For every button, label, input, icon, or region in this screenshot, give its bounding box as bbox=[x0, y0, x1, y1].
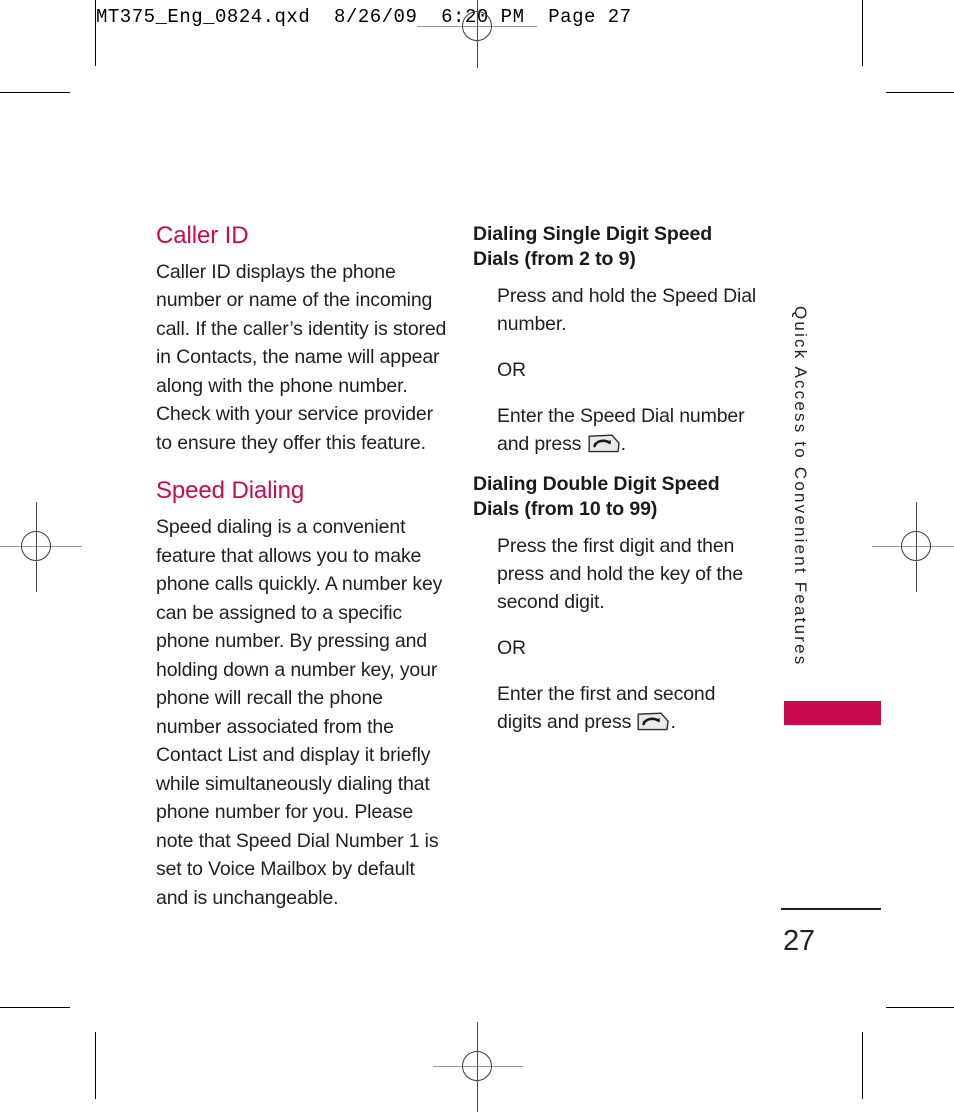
registration-mark-bottom-icon bbox=[433, 1022, 523, 1112]
crop-mark-bottom-right-horizontal bbox=[886, 1007, 954, 1008]
crop-mark-top-left-horizontal bbox=[0, 92, 70, 93]
single-digit-step-2: Enter the Speed Dial number and press . bbox=[497, 402, 761, 458]
double-digit-step-2-text: Enter the first and second digits and pr… bbox=[497, 683, 716, 733]
crop-mark-top-right-vertical bbox=[862, 0, 863, 66]
prepress-header-line: MT375_Eng_0824.qxd 8/26/09 6:20 PM Page … bbox=[96, 6, 632, 28]
subsection-heading-single-digit-line1: Dialing Single Digit Speed bbox=[473, 223, 713, 245]
subsection-heading-double-digit-line1: Dialing Double Digit Speed bbox=[473, 473, 720, 495]
chapter-side-tab-bar bbox=[784, 701, 881, 725]
crop-mark-bottom-right-vertical bbox=[862, 1032, 863, 1099]
double-digit-steps: Press the first digit and then press and… bbox=[497, 532, 761, 736]
page-number: 27 bbox=[783, 925, 815, 957]
send-key-icon bbox=[588, 434, 620, 453]
section-body-speed-dialing: Speed dialing is a convenient feature th… bbox=[156, 516, 443, 909]
left-text-column: Caller ID Caller ID displays the phone n… bbox=[156, 222, 448, 932]
double-digit-step-1: Press the first digit and then press and… bbox=[497, 535, 744, 613]
registration-mark-right-icon bbox=[872, 502, 954, 592]
single-digit-steps: Press and hold the Speed Dial number. OR… bbox=[497, 282, 761, 458]
subsection-heading-single-digit-line2: Dials (from 2 to 9) bbox=[473, 248, 636, 270]
registration-mark-top-icon bbox=[417, 0, 537, 68]
crop-mark-top-left-vertical bbox=[95, 0, 96, 66]
section-heading-speed-dialing: Speed Dialing bbox=[156, 477, 305, 505]
double-digit-step-2-period: . bbox=[670, 711, 676, 733]
crop-mark-top-right-horizontal bbox=[886, 92, 954, 93]
send-key-icon bbox=[637, 712, 670, 731]
chapter-side-tab-label: Quick Access to Convenient Features bbox=[791, 306, 810, 667]
crop-mark-bottom-left-horizontal bbox=[0, 1007, 70, 1008]
crop-mark-bottom-left-vertical bbox=[95, 1032, 96, 1099]
subsection-heading-double-digit: Dialing Double Digit Speed Dials (from 1… bbox=[473, 472, 761, 522]
single-digit-step-1: Press and hold the Speed Dial number. bbox=[497, 285, 757, 335]
right-text-column: Dialing Single Digit Speed Dials (from 2… bbox=[473, 222, 761, 736]
section-heading-caller-id: Caller ID bbox=[156, 222, 249, 249]
double-digit-or-label: OR bbox=[497, 637, 526, 659]
single-digit-step-2-period: . bbox=[620, 433, 626, 455]
section-body-caller-id: Caller ID displays the phone number or n… bbox=[156, 260, 447, 454]
registration-mark-left-icon bbox=[0, 502, 82, 592]
double-digit-step-2: Enter the first and second digits and pr… bbox=[497, 680, 761, 736]
subsection-heading-double-digit-line2: Dials (from 10 to 99) bbox=[473, 498, 658, 520]
subsection-heading-single-digit: Dialing Single Digit Speed Dials (from 2… bbox=[473, 222, 761, 272]
single-digit-or-label: OR bbox=[497, 359, 526, 381]
folio-rule bbox=[781, 908, 881, 910]
